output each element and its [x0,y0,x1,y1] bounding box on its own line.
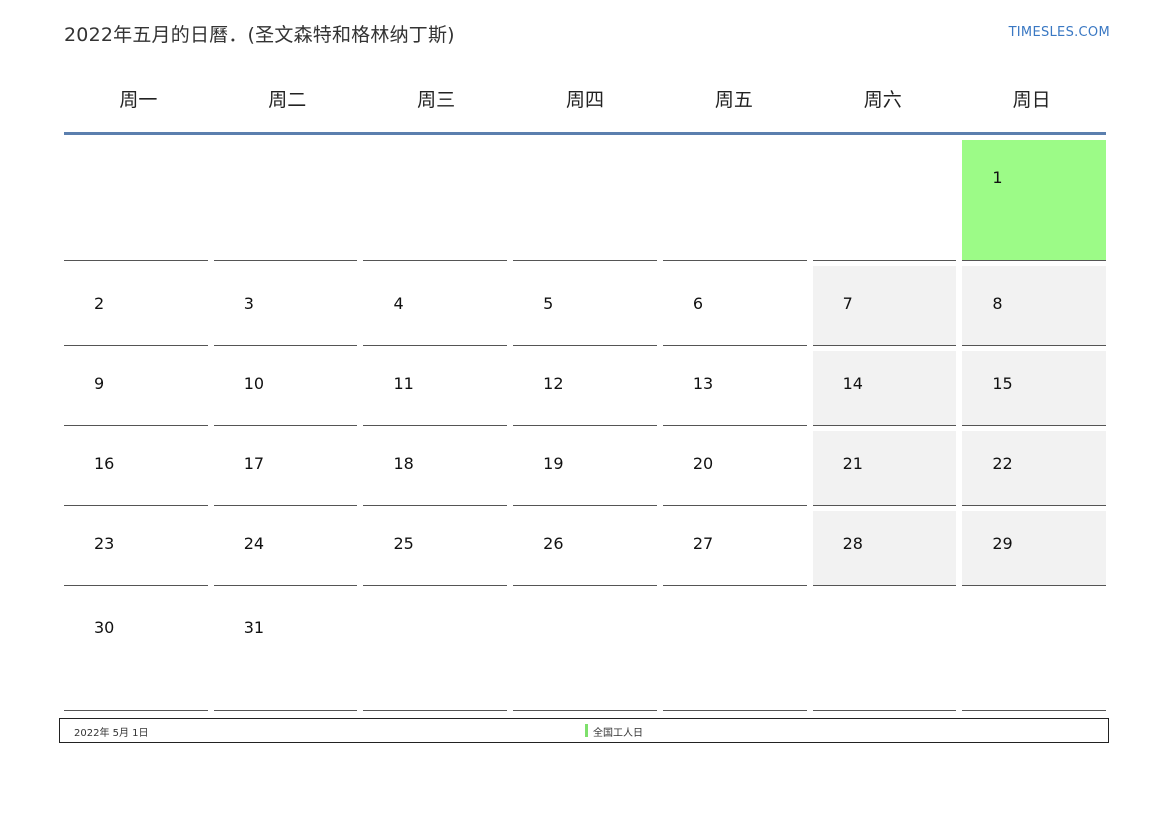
holiday-color-marker [585,724,588,737]
day-number: 3 [243,294,254,313]
day-cell [513,140,657,261]
day-cell [962,586,1107,711]
day-number: 29 [992,534,1013,553]
day-number: 13 [692,374,714,393]
day-cell [812,140,957,261]
day-cell[interactable]: 9 [64,351,208,426]
day-number: 15 [992,374,1013,393]
day-cell[interactable]: 26 [513,511,657,586]
day-cell-weekend[interactable]: 28 [812,511,957,586]
day-cell[interactable]: 3 [213,266,358,346]
weekday-fri: 周五 [714,89,753,111]
day-cell [213,140,358,261]
day-cell[interactable]: 18 [363,431,508,506]
week-row-3: 9 10 11 12 13 14 15 [64,351,1107,426]
day-cell[interactable]: 16 [64,431,208,506]
day-cell[interactable]: 6 [662,266,807,346]
day-cell-weekend[interactable]: 29 [962,511,1107,586]
day-cell[interactable]: 24 [213,511,358,586]
day-cell [513,586,657,711]
day-number: 27 [692,534,714,553]
header-divider [64,132,1106,135]
day-number: 18 [393,454,414,473]
calendar-grid: 周一 周二 周三 周四 周五 周六 周日 1 2 3 4 5 6 7 8 9 1… [64,70,1107,711]
day-number: 28 [842,534,863,553]
week-row-6: 30 31 [64,586,1107,711]
day-cell-weekend[interactable]: 8 [962,266,1107,346]
day-cell[interactable]: 19 [513,431,657,506]
weekday-tue: 周二 [268,89,307,111]
day-cell [363,140,508,261]
week-row-1: 1 [64,140,1107,261]
day-cell-weekend[interactable]: 21 [812,431,957,506]
day-cell[interactable]: 27 [662,511,807,586]
day-number: 12 [543,374,564,393]
weekday-mon: 周一 [119,89,158,111]
day-number: 14 [842,374,863,393]
day-cell[interactable]: 23 [64,511,208,586]
day-number: 11 [393,374,414,393]
day-number: 31 [243,618,265,637]
day-number: 20 [692,454,714,473]
weekday-sat: 周六 [863,89,902,111]
day-number: 17 [243,454,265,473]
day-cell-holiday[interactable]: 1 [962,140,1107,261]
day-cell[interactable]: 25 [363,511,508,586]
day-cell-weekend[interactable]: 22 [962,431,1107,506]
day-cell [363,586,508,711]
day-cell[interactable]: 5 [513,266,657,346]
day-cell[interactable]: 31 [213,586,358,711]
day-cell[interactable]: 30 [64,586,208,711]
week-row-5: 23 24 25 26 27 28 29 [64,511,1107,586]
week-row-4: 16 17 18 19 20 21 22 [64,431,1107,506]
page-title: 2022年五月的日曆．(圣文森特和格林纳丁斯) [64,24,455,46]
weekday-sun: 周日 [1012,89,1051,111]
day-cell[interactable]: 2 [64,266,208,346]
day-number: 5 [543,294,554,313]
day-cell [64,140,208,261]
day-number: 4 [393,294,404,313]
day-cell[interactable]: 13 [662,351,807,426]
day-cell[interactable]: 17 [213,431,358,506]
site-link[interactable]: TIMESLES.COM [1009,25,1110,40]
day-number: 1 [992,168,1003,187]
day-cell [812,586,957,711]
day-cell [662,140,807,261]
day-number: 10 [243,374,265,393]
day-cell-weekend[interactable]: 7 [812,266,957,346]
day-cell[interactable]: 10 [213,351,358,426]
day-cell[interactable]: 11 [363,351,508,426]
holiday-name: 全国工人日 [593,728,643,739]
day-number: 30 [94,618,115,637]
day-number: 24 [243,534,265,553]
day-number: 25 [393,534,414,553]
day-cell [662,586,807,711]
day-number: 21 [842,454,863,473]
weekday-header: 周一 周二 周三 周四 周五 周六 周日 [64,70,1106,132]
day-number: 16 [94,454,115,473]
day-cell-weekend[interactable]: 15 [962,351,1107,426]
day-cell[interactable]: 20 [662,431,807,506]
weekday-thu: 周四 [566,89,605,111]
day-number: 23 [94,534,115,553]
day-number: 6 [692,294,704,313]
weekday-wed: 周三 [417,89,456,111]
week-row-2: 2 3 4 5 6 7 8 [64,266,1107,346]
holiday-date: 2022年 5月 1日 [74,728,149,739]
day-number: 2 [94,294,105,313]
holiday-legend: 2022年 5月 1日 全国工人日 [59,718,1109,743]
day-number: 19 [543,454,564,473]
day-number: 26 [543,534,564,553]
day-cell[interactable]: 4 [363,266,508,346]
day-cell[interactable]: 12 [513,351,657,426]
day-number: 7 [842,294,853,313]
day-number: 9 [94,374,105,393]
day-number: 8 [992,294,1003,313]
day-cell-weekend[interactable]: 14 [812,351,957,426]
day-number: 22 [992,454,1013,473]
